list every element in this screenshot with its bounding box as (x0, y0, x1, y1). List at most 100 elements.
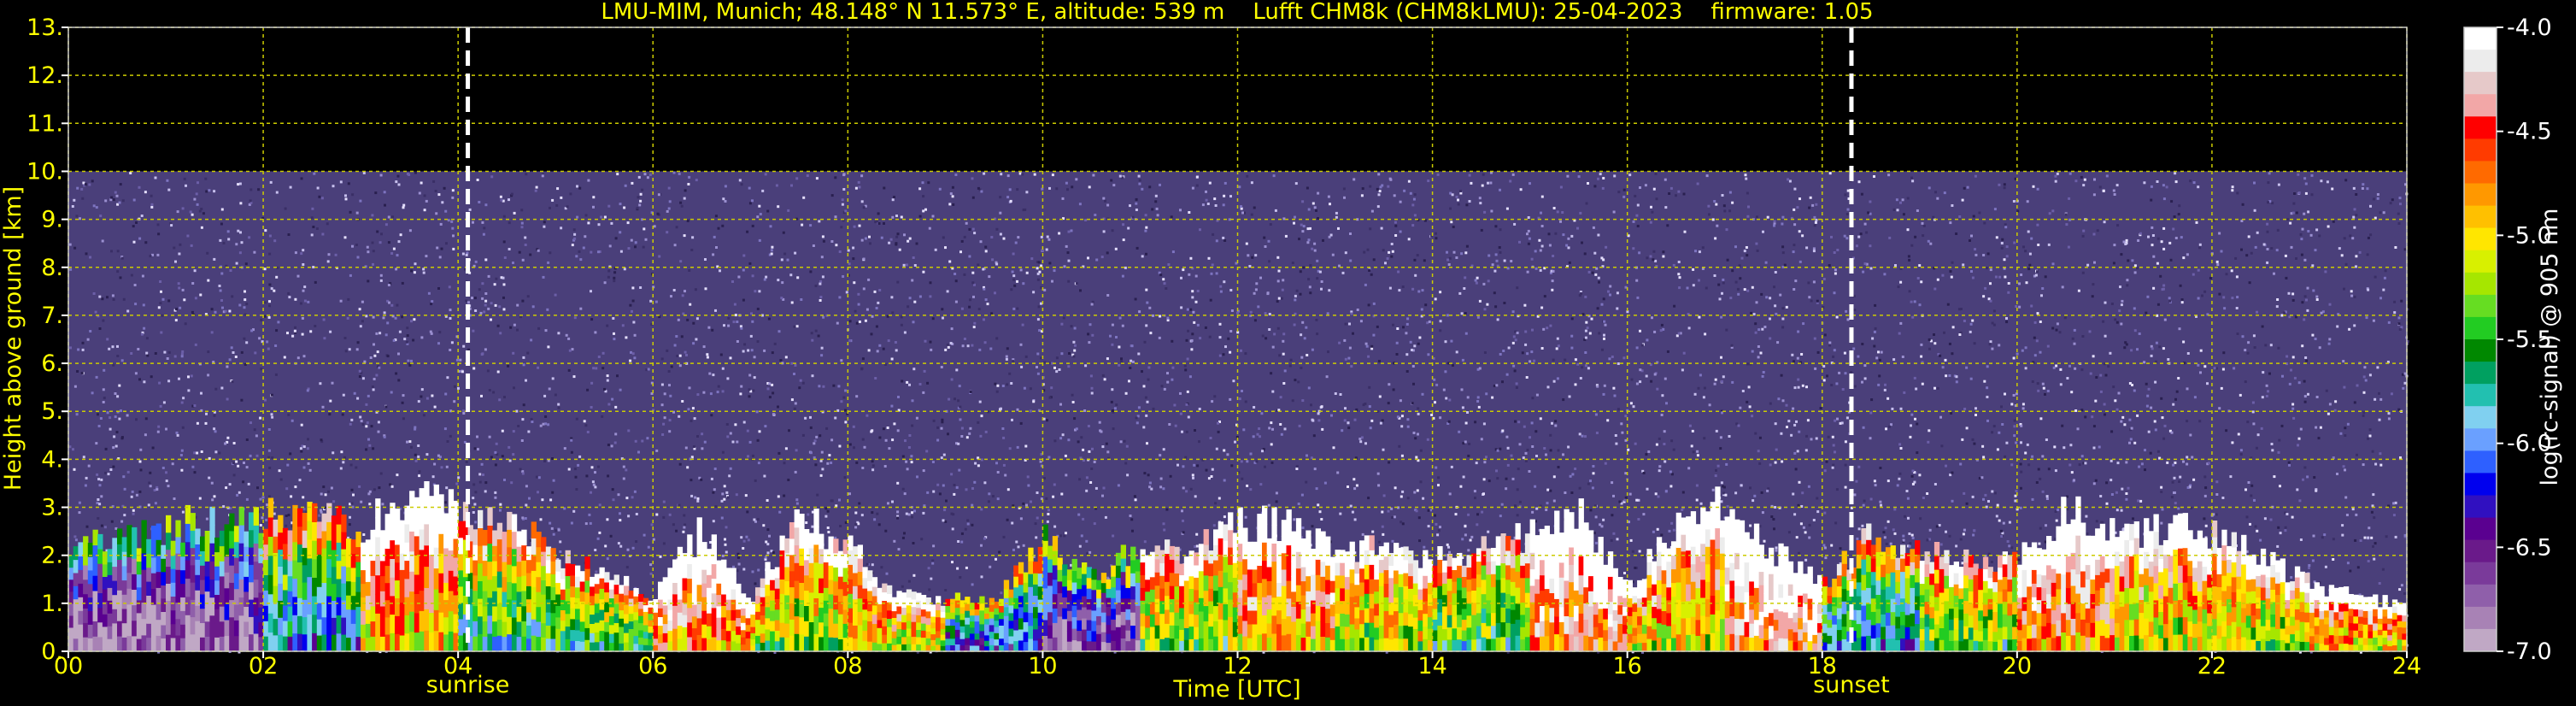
signal-cell (1987, 587, 1993, 599)
x-tick-label: 02 (249, 653, 278, 680)
signal-cell (945, 612, 951, 620)
signal-cell (848, 564, 854, 580)
signal-cell (828, 580, 834, 595)
signal-cell (882, 626, 888, 635)
signal-cell (1188, 550, 1194, 564)
signal-cell (1188, 563, 1194, 577)
signal-column (687, 636, 693, 652)
signal-cell (229, 582, 235, 601)
signal-cell (121, 608, 127, 624)
signal-cell (1978, 599, 1984, 611)
signal-cell (1130, 598, 1136, 613)
signal-cell (1720, 618, 1726, 636)
signal-column (799, 633, 805, 652)
signal-cell (526, 598, 532, 613)
signal-cell (1929, 573, 1935, 585)
signal-cell (994, 608, 1000, 615)
signal-cell (2241, 549, 2247, 565)
signal-cell (1437, 559, 1443, 574)
signal-cell (302, 547, 308, 566)
signal-cell (1442, 605, 1448, 618)
signal-cell (448, 570, 455, 591)
signal-cell (2182, 599, 2188, 618)
signal-cell (1773, 619, 1779, 631)
signal-cell (2016, 586, 2023, 598)
signal-cell (438, 533, 444, 554)
signal-column (1432, 640, 1438, 652)
signal-cell (112, 594, 118, 609)
signal-cell (608, 615, 615, 626)
signal-cell (2031, 569, 2038, 584)
signal-cell (1125, 609, 1131, 621)
signal-cell (1257, 514, 1263, 532)
signal-cell (1598, 565, 1604, 580)
signal-column (1106, 642, 1112, 652)
signal-cell (200, 580, 206, 595)
signal-cell (862, 609, 868, 621)
signal-cell (1910, 613, 1916, 627)
signal-cell (141, 569, 147, 586)
signal-cell (1641, 597, 1648, 607)
signal-cell (1018, 617, 1024, 630)
signal-cell (2391, 625, 2398, 632)
signal-cell (1281, 536, 1288, 554)
signal-cell (2173, 532, 2179, 550)
signal-cell (472, 544, 478, 561)
signal-cell (2324, 616, 2330, 625)
signal-cell (1807, 587, 1813, 599)
signal-cell (575, 586, 581, 598)
signal-cell (1578, 574, 1584, 595)
signal-column (1300, 637, 1306, 652)
signal-cell (195, 559, 201, 575)
signal-cell (1077, 620, 1083, 632)
signal-cell (1515, 603, 1521, 621)
signal-cell (282, 604, 289, 621)
signal-column (1734, 634, 1740, 652)
signal-cell (384, 514, 390, 532)
signal-cell (2328, 609, 2335, 619)
signal-cell (146, 623, 152, 638)
signal-cell (1515, 538, 1521, 556)
signal-cell (1924, 626, 1930, 639)
signal-cell (687, 621, 693, 638)
signal-cell (1111, 565, 1117, 577)
signal-cell (1758, 597, 1764, 612)
signal-cell (102, 626, 109, 639)
signal-cell (1247, 568, 1253, 584)
signal-cell (1510, 568, 1517, 582)
signal-cell (545, 546, 552, 561)
signal-cell (150, 556, 157, 574)
signal-cell (1340, 562, 1346, 576)
signal-cell (1900, 597, 1906, 612)
signal-cell (2016, 575, 2023, 587)
signal-column (1394, 638, 1399, 652)
signal-cell (155, 603, 161, 621)
signal-cell (253, 543, 259, 562)
signal-cell (282, 543, 289, 560)
signal-cell (545, 612, 552, 626)
signal-cell (1057, 604, 1063, 617)
signal-cell (526, 625, 532, 639)
signal-cell (2099, 556, 2106, 573)
signal-cell (2202, 622, 2208, 638)
signal-column (760, 642, 766, 652)
signal-cell (404, 615, 410, 634)
signal-cell (1266, 609, 1272, 624)
signal-cell (2061, 555, 2067, 575)
signal-cell (68, 579, 74, 592)
signal-cell (126, 620, 132, 637)
x-tick-label: 18 (1808, 653, 1837, 680)
signal-cell (2002, 551, 2008, 565)
signal-cell (478, 545, 484, 564)
signal-cell (1515, 619, 1521, 636)
signal-cell (1641, 606, 1648, 616)
signal-column (1656, 637, 1663, 652)
signal-cell (877, 635, 883, 644)
signal-cell (1661, 610, 1667, 625)
signal-cell (1320, 531, 1326, 547)
signal-cell (2119, 621, 2125, 637)
signal-cell (1978, 609, 1984, 621)
signal-cell (2377, 640, 2384, 647)
signal-cell (828, 565, 834, 580)
signal-cell (823, 600, 830, 614)
